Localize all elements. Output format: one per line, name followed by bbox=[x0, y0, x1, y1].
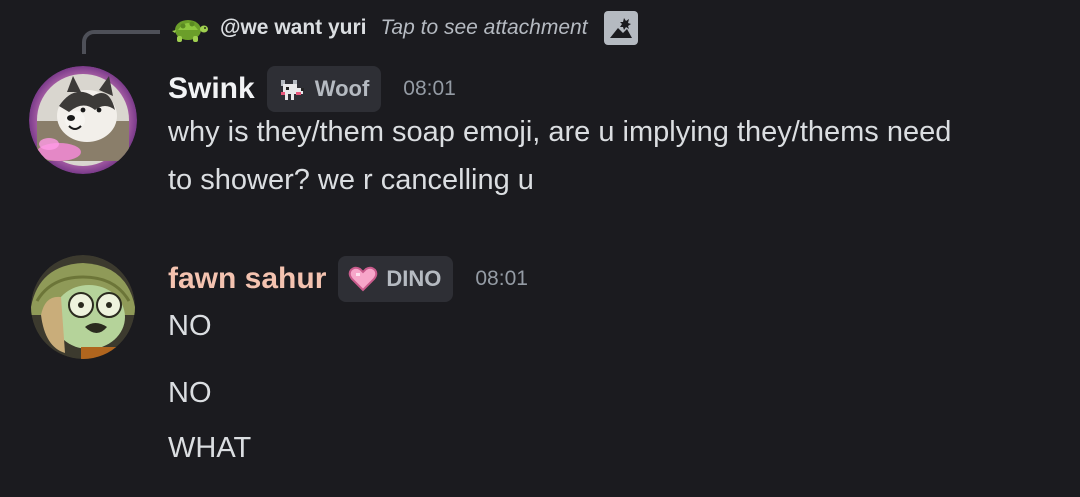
turtle-icon bbox=[172, 20, 208, 42]
message-line: to shower? we r cancelling u bbox=[168, 164, 534, 196]
message-line: NO bbox=[168, 377, 212, 409]
reply-preview[interactable]: @we want yuri Tap to see attachment bbox=[168, 10, 638, 46]
chat-view: @we want yuri Tap to see attachment Swin… bbox=[0, 0, 1080, 497]
message-line: WHAT bbox=[168, 432, 252, 464]
message-line: why is they/them soap emoji, are u imply… bbox=[168, 116, 952, 148]
message-line: NO bbox=[168, 310, 212, 342]
avatar[interactable] bbox=[31, 255, 135, 359]
avatar[interactable] bbox=[29, 66, 137, 174]
timestamp: 08:01 bbox=[403, 77, 456, 100]
guild-tag[interactable]: Woof bbox=[266, 66, 382, 112]
image-icon[interactable] bbox=[603, 11, 638, 45]
username[interactable]: Swink bbox=[168, 72, 255, 106]
guild-tag-label: DINO bbox=[386, 266, 442, 291]
timestamp: 08:01 bbox=[475, 267, 528, 290]
message-header: Swink Woof 08:01 bbox=[168, 66, 456, 112]
pink-heart-icon bbox=[349, 266, 378, 292]
username[interactable]: fawn sahur bbox=[168, 262, 326, 296]
guild-tag[interactable]: DINO bbox=[338, 256, 454, 302]
reply-author[interactable]: @we want yuri bbox=[220, 16, 367, 40]
guild-tag-label: Woof bbox=[314, 76, 370, 101]
reply-spine bbox=[82, 30, 160, 54]
dog-pixel-icon bbox=[280, 80, 304, 100]
reply-text[interactable]: Tap to see attachment bbox=[381, 16, 588, 40]
message-header: fawn sahur DINO 08:01 bbox=[168, 256, 528, 302]
